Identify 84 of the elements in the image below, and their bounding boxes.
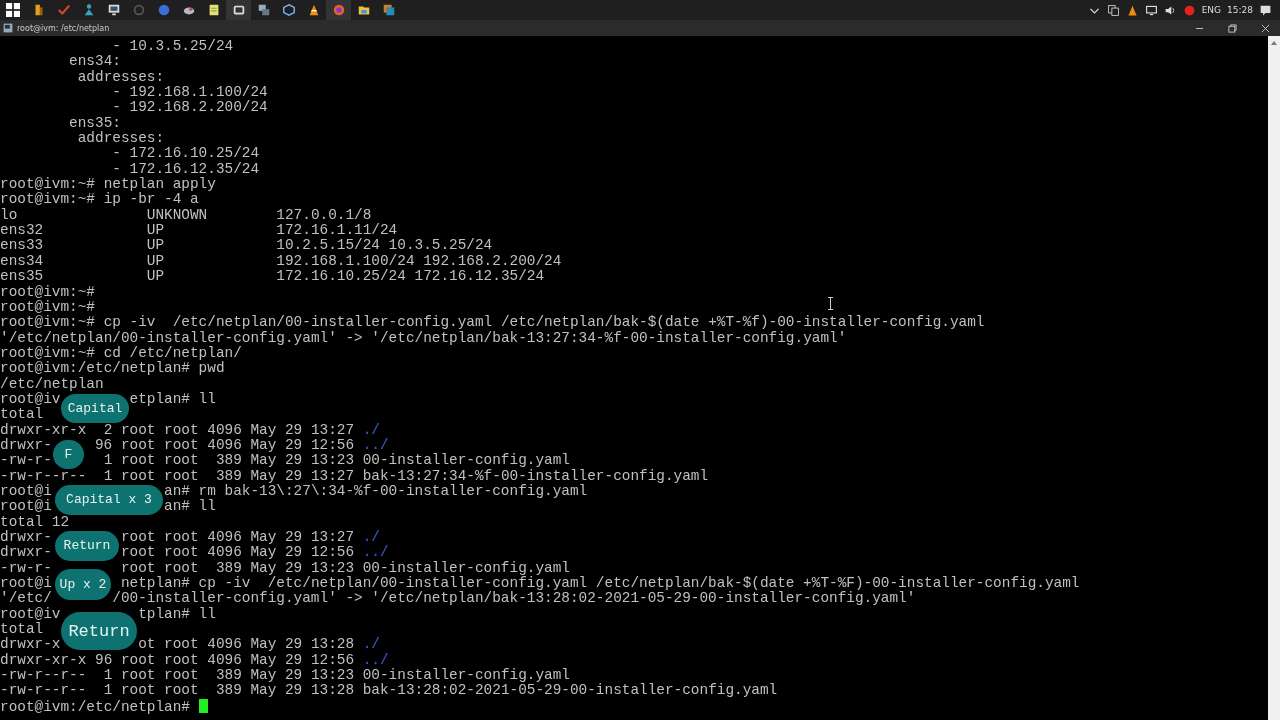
keystroke-bubble: Up x 2: [55, 569, 111, 600]
terminal-line: root@ivm:~# ip -br -4 a: [0, 191, 199, 208]
terminal-line: '/etc/netplan/00-installer-config.yaml' -> '/etc/netplan/bak-13:27:34-%f-00-installer-config.yaml': [0, 329, 847, 346]
terminal-line: -rw-r-: [0, 559, 52, 576]
close-icon: [1261, 23, 1270, 33]
terminal-line: tplan# ll: [138, 606, 216, 623]
terminal-line: total: [0, 621, 44, 638]
terminal-line: root@ivm:/etc/netplan#: [0, 698, 191, 715]
scrollbar[interactable]: [1268, 36, 1280, 720]
terminal-line: netplan# cp -iv /etc/netplan/00-installer-config.yaml /etc/netplan/bak-$(date +%T-%F)-00-installer-config.yaml: [120, 576, 1080, 592]
terminal-line: drwxr-xr-x 2 root root 4096 May 29 13:27 ./: [0, 421, 380, 438]
terminal-line: /00-installer-config.yaml' -> '/etc/netplan/bak-13:28:02-2021-05-29-00-installer-config.yaml': [112, 591, 916, 607]
terminal-line: total 12: [0, 513, 70, 530]
terminal-line: drwxr-xr-x 96 root root 4096 May 29 12:56 ../: [0, 651, 389, 668]
terminal-line: root@i: [0, 575, 52, 592]
terminal-line: -rw-r--r-- 1 root root 389 May 29 13:28 bak-13:28:02-2021-05-29-00-installer-config.yaml: [0, 682, 778, 699]
terminal-line: root root 389 May 29 13:23 00-installer-config.yaml: [120, 560, 570, 576]
text-cursor-icon: [827, 297, 834, 310]
window-icon[interactable]: [256, 3, 271, 17]
restore-icon: [1228, 23, 1237, 33]
terminal-line: /etc/netplan: [0, 375, 104, 392]
cube-icon[interactable]: [281, 3, 296, 17]
terminal-line: 1 root root 389 May 29 13:23 00-installer-config.yaml: [103, 453, 570, 469]
terminal-line: root@ivm:/etc/netplan# pwd: [0, 360, 225, 377]
terminal-line: etplan# ll: [129, 391, 216, 408]
terminal-icon: [3, 23, 13, 33]
terminal-line: root@ivm:~# cp -iv /etc/netplan/00-installer-config.yaml /etc/netplan/bak-$(date +%T-%f)-00-installer-config.yaml: [0, 314, 985, 331]
terminal-line: ens33 UP 10.2.5.15/24 10.3.5.25/24: [0, 237, 493, 254]
terminal-line: '/etc/: [0, 590, 52, 607]
terminal-line: ens34:: [68, 53, 121, 70]
notification-icon[interactable]: [1259, 3, 1272, 17]
keystroke-bubble: Return: [61, 612, 137, 650]
language-indicator[interactable]: ENG: [1201, 5, 1222, 15]
terminal-line: ens35:: [68, 114, 121, 131]
terminal-line: drwxr-: [0, 436, 52, 453]
terminal-line: root@i: [0, 498, 52, 515]
terminal-line: root@ivm:~# cd /etc/netplan/: [0, 344, 242, 361]
terminal-line: ens35 UP 172.16.10.25/24 172.16.12.35/24: [0, 268, 545, 285]
terminal-line: ens32 UP 172.16.1.11/24: [0, 222, 398, 239]
terminal-line: root root 4096 May 29 12:56 ../: [120, 545, 389, 561]
terminal-line: addresses:: [76, 68, 165, 85]
terminal-line: - 192.168.2.200/24: [111, 99, 268, 116]
keystroke-bubble: F: [53, 440, 84, 469]
copy-icon[interactable]: [1106, 3, 1120, 17]
terminal-line: root@ivm:~# netplan apply: [0, 176, 216, 193]
terminal-line: an# rm bak-13\:27\:34-%f-00-installer-config.yaml: [164, 483, 588, 499]
terminal-line: addresses:: [76, 130, 165, 147]
terminal-line: -rw-r--r-- 1 root root 389 May 29 13:23 00-installer-config.yaml: [0, 667, 570, 684]
windows-logo-icon[interactable]: [6, 3, 20, 17]
terminal-icon[interactable]: [231, 3, 246, 17]
monitor-icon[interactable]: [106, 3, 121, 17]
keystroke-bubble: Capital x 3: [55, 484, 163, 515]
terminal-line: root@iv: [0, 605, 61, 622]
keystroke-bubble: Return: [55, 530, 119, 561]
terminal-line: ot root 4096 May 29 13:28 ./: [138, 637, 380, 653]
terminal-line: root root 4096 May 29 13:27 ./: [120, 530, 380, 545]
terminal-line: drwxr-x: [0, 636, 61, 653]
circle-icon[interactable]: [156, 3, 171, 17]
terminal-line: total: [0, 406, 44, 423]
scroll-up-icon[interactable]: [1270, 39, 1278, 47]
terminal-line: root@ivm:~#: [0, 298, 95, 315]
terminal-line: -rw-r--r-- 1 root root 389 May 29 13:27 bak-13:27:34-%f-00-installer-config.yaml: [0, 467, 709, 484]
terminal-line: lo UNKNOWN 127.0.0.1/8: [0, 206, 372, 223]
terminal-line: - 172.16.10.25/24: [111, 145, 260, 162]
record-icon[interactable]: [1182, 3, 1196, 17]
terminal-line: - 10.3.5.25/24: [111, 38, 234, 54]
browser-icon[interactable]: [331, 3, 346, 17]
terminal-line: root@ivm:~#: [0, 283, 95, 300]
terminal-line: 96 root root 4096 May 29 12:56 ../: [95, 437, 389, 453]
terminal-line: drwxr-: [0, 529, 52, 545]
monitor-icon[interactable]: [1144, 3, 1158, 17]
terminal-line: -rw-r-: [0, 452, 52, 469]
terminal-line: root@i: [0, 482, 52, 499]
terminal-line: root@iv: [0, 390, 61, 407]
window-title: root@ivm: /etc/netplan: [17, 23, 110, 33]
keystroke-bubble: Capital: [61, 394, 129, 423]
terminal-line: drwxr-: [0, 544, 52, 561]
checkmark-icon[interactable]: [56, 3, 71, 17]
terminal-line: an# ll: [164, 499, 216, 515]
terminal-line: - 172.16.12.35/24: [111, 160, 260, 177]
squares-icon[interactable]: [381, 3, 396, 17]
terminal-line: ens34 UP 192.168.1.100/24 192.168.2.200/24: [0, 252, 562, 269]
clock[interactable]: 15:28: [1227, 5, 1253, 15]
terminal-line: - 192.168.1.100/24: [111, 84, 268, 101]
